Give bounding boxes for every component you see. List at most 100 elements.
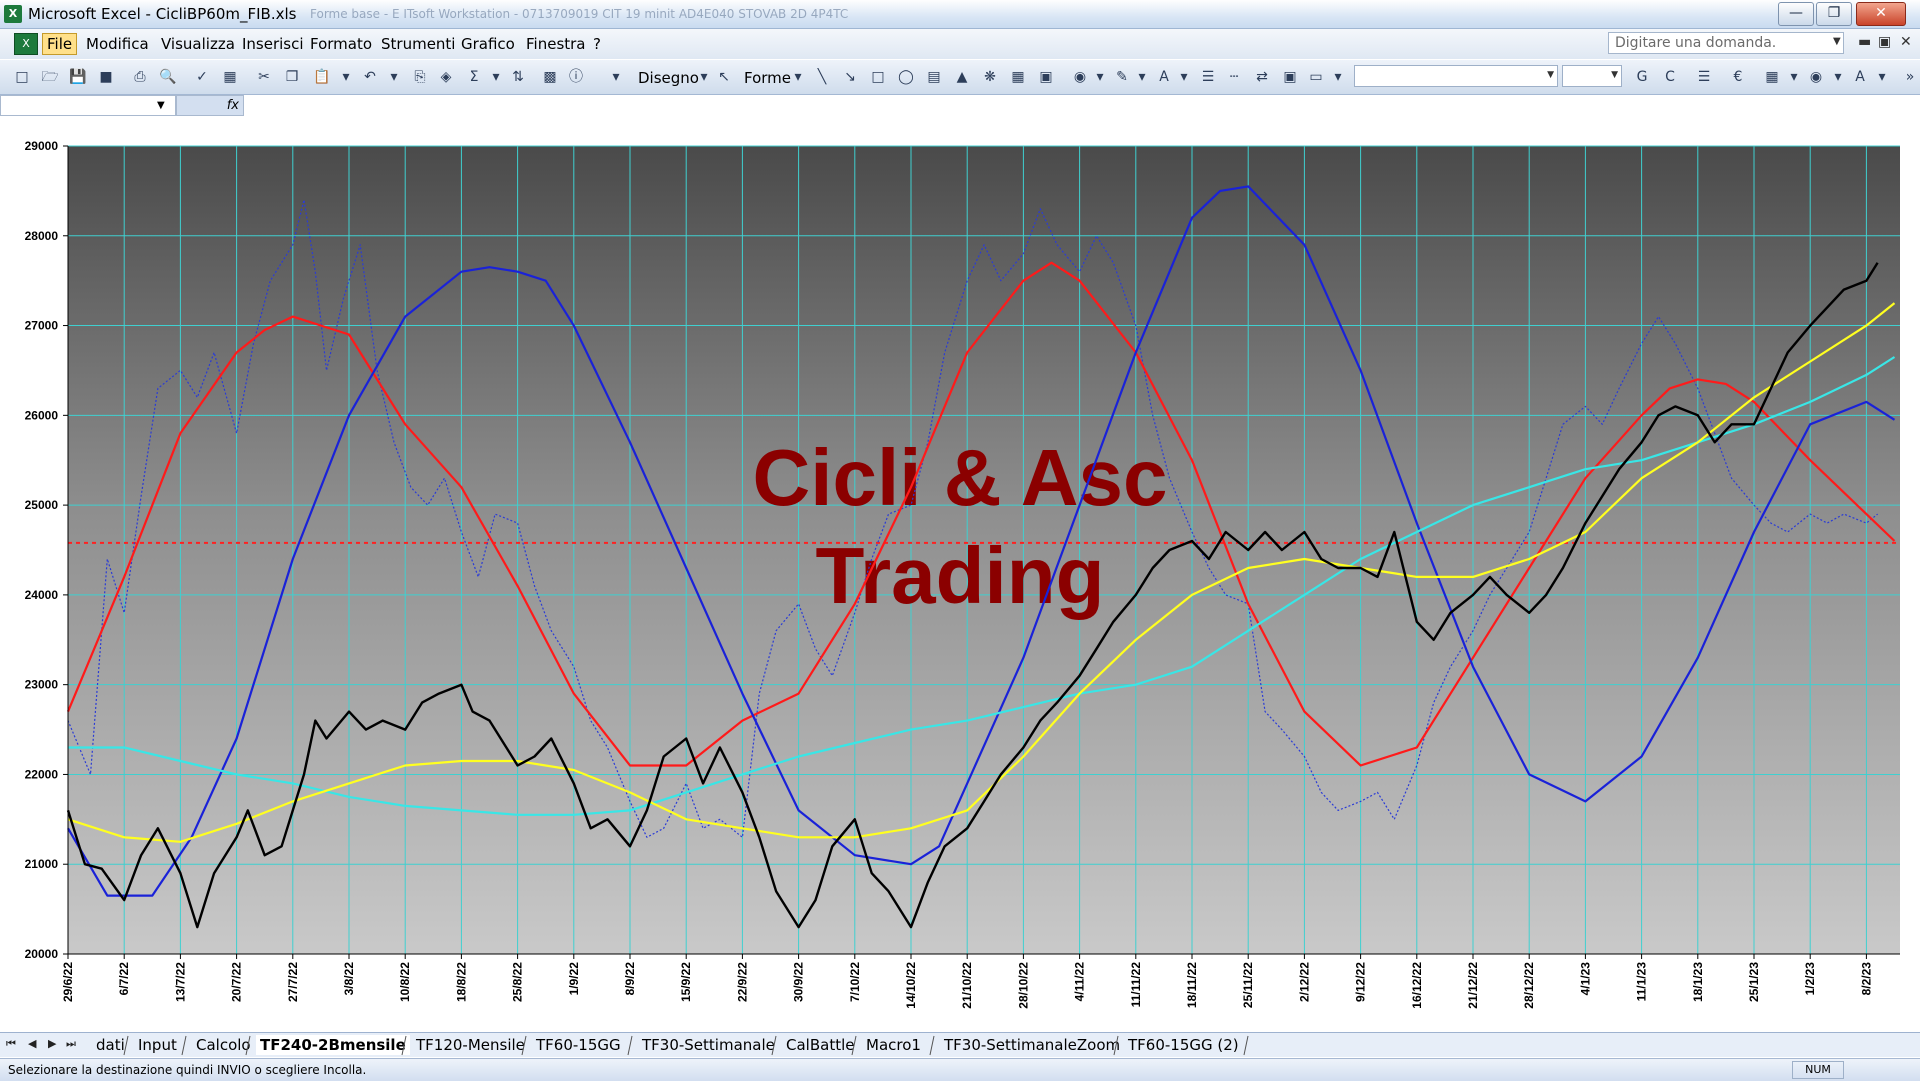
open-folder-icon[interactable]: 🗁 — [40, 67, 60, 87]
copy-icon[interactable]: ❐ — [282, 67, 302, 87]
help-icon[interactable]: ⓘ — [566, 67, 586, 87]
num-lock-indicator: NUM — [1792, 1061, 1844, 1079]
save-icon[interactable]: 💾 — [68, 67, 88, 87]
chevron-down-icon[interactable]: ▾ — [1828, 67, 1848, 87]
close-button[interactable]: ✕ — [1856, 2, 1906, 26]
menu-finestra[interactable]: Finestra — [526, 35, 586, 53]
status-bar: Selezionare la destinazione quindi INVIO… — [0, 1058, 1920, 1081]
name-box[interactable]: ▼ — [0, 95, 176, 116]
font-select[interactable]: ▼ — [1354, 65, 1558, 87]
excel-app-icon[interactable]: X — [4, 5, 22, 23]
chevron-down-icon[interactable]: ▾ — [486, 67, 506, 87]
clipart-icon[interactable]: ▦ — [1008, 67, 1028, 87]
menu-inserisci[interactable]: Inserisci — [242, 35, 304, 53]
chart-wizard-icon[interactable]: ▩ — [540, 67, 560, 87]
research-icon[interactable]: ▦ — [220, 67, 240, 87]
x-tick-label: 22/9/22 — [735, 962, 749, 1002]
window-restore-icon[interactable]: ▣ — [1878, 34, 1891, 50]
fx-icon[interactable]: fx — [176, 95, 244, 116]
window-minimize-icon[interactable]: ▬ — [1858, 34, 1871, 50]
chart-area[interactable]: Cicli & Asc Trading 20000 21000 22000 23000… — [0, 118, 1920, 1036]
fill-color-icon[interactable]: ◉ — [1806, 67, 1826, 87]
x-tick-label: 28/10/22 — [1016, 962, 1030, 1009]
toolbar-options-icon[interactable]: » — [1900, 67, 1920, 87]
workbook-icon[interactable]: X — [14, 33, 38, 55]
wordart-icon[interactable]: ▲ — [952, 67, 972, 87]
euro-icon[interactable]: € — [1728, 67, 1748, 87]
x-tick-label: 25/1/23 — [1747, 962, 1761, 1002]
3d-icon[interactable]: ▭ — [1306, 67, 1326, 87]
restore-button[interactable]: ❐ — [1816, 2, 1852, 26]
line-color-icon[interactable]: ✎ — [1112, 67, 1132, 87]
spelling-icon[interactable]: ✓ — [192, 67, 212, 87]
chevron-down-icon[interactable]: ▼ — [1833, 36, 1841, 47]
align-icon[interactable]: ☰ — [1694, 67, 1714, 87]
chevron-down-icon[interactable]: ▾ — [1174, 67, 1194, 87]
chevron-down-icon[interactable]: ▾ — [1872, 67, 1892, 87]
y-tick-label: 21000 — [25, 857, 59, 871]
font-color-icon[interactable]: A — [1154, 67, 1174, 87]
chevron-down-icon[interactable]: ▾ — [1132, 67, 1152, 87]
watermark-line-1: Cicli & Asc — [753, 433, 1168, 522]
chevron-down-icon[interactable]: ▾ — [384, 67, 404, 87]
menu-formato[interactable]: Formato — [310, 35, 372, 53]
diagram-icon[interactable]: ❋ — [980, 67, 1000, 87]
undo-icon[interactable]: ↶ — [360, 67, 380, 87]
x-tick-label: 14/10/22 — [904, 962, 918, 1009]
font-color-icon[interactable]: A — [1850, 67, 1870, 87]
autosum-icon[interactable]: Σ — [464, 67, 484, 87]
format-icon[interactable]: ◈ — [436, 67, 456, 87]
y-tick-label: 23000 — [25, 678, 59, 692]
y-tick-label: 29000 — [25, 139, 59, 153]
line-icon[interactable]: ╲ — [812, 67, 832, 87]
shadow-icon[interactable]: ▣ — [1280, 67, 1300, 87]
menu-help[interactable]: ? — [593, 35, 601, 53]
arrow-style-icon[interactable]: ⇄ — [1252, 67, 1272, 87]
textbox-icon[interactable]: ▤ — [924, 67, 944, 87]
menu-modifica[interactable]: Modifica — [86, 35, 149, 53]
borders-icon[interactable]: ▦ — [1762, 67, 1782, 87]
x-tick-label: 11/11/22 — [1129, 962, 1143, 1008]
line-style-icon[interactable]: ☰ — [1198, 67, 1218, 87]
bold-icon[interactable]: G — [1632, 67, 1652, 87]
chevron-down-icon[interactable]: ▾ — [1090, 67, 1110, 87]
oval-icon[interactable]: ◯ — [896, 67, 916, 87]
font-size-select[interactable]: ▼ — [1562, 65, 1622, 87]
insert-hyperlink-icon[interactable]: ⎘ — [410, 67, 430, 87]
chevron-down-icon[interactable]: ▾ — [336, 67, 356, 87]
menu-strumenti[interactable]: Strumenti — [381, 35, 455, 53]
print-preview-icon[interactable]: 🔍 — [158, 67, 178, 87]
italic-icon[interactable]: C — [1660, 67, 1680, 87]
x-tick-label: 6/7/22 — [117, 962, 131, 996]
menu-grafico[interactable]: Grafico — [461, 35, 515, 53]
window-close-icon[interactable]: ✕ — [1900, 34, 1912, 50]
chevron-down-icon[interactable]: ▾ — [606, 67, 626, 87]
fill-color-icon[interactable]: ◉ — [1070, 67, 1090, 87]
y-tick-label: 26000 — [25, 408, 59, 422]
cut-icon[interactable]: ✂ — [254, 67, 274, 87]
arrow-icon[interactable]: ↘ — [840, 67, 860, 87]
sheet-tab-bar: ⏮ ◀ ▶ ⏭ dati Input Calcolo TF240-2Bmensi… — [0, 1032, 1920, 1057]
draw-menu-label[interactable]: Disegno — [638, 69, 699, 87]
rectangle-icon[interactable]: □ — [868, 67, 888, 87]
y-tick-label: 24000 — [25, 588, 59, 602]
chevron-down-icon[interactable]: ▾ — [694, 67, 714, 87]
print-icon[interactable]: ⎙ — [130, 67, 150, 87]
minimize-button[interactable]: — — [1778, 2, 1814, 26]
select-pointer-icon[interactable]: ↖ — [714, 67, 734, 87]
shapes-menu-label[interactable]: Forme — [744, 69, 791, 87]
y-tick-label: 27000 — [25, 319, 59, 333]
picture-icon[interactable]: ▣ — [1036, 67, 1056, 87]
permission-icon[interactable]: ■ — [96, 67, 116, 87]
chevron-down-icon[interactable]: ▾ — [1784, 67, 1804, 87]
menu-file[interactable]: File — [42, 33, 78, 55]
new-file-icon[interactable]: □ — [12, 67, 32, 87]
line-chart[interactable]: Cicli & Asc Trading 20000 21000 22000 23000… — [0, 118, 1920, 1036]
dash-style-icon[interactable]: ┄ — [1224, 67, 1244, 87]
menu-visualizza[interactable]: Visualizza — [161, 35, 235, 53]
paste-icon[interactable]: 📋 — [312, 67, 332, 87]
sort-icon[interactable]: ⇅ — [508, 67, 528, 87]
help-search-input[interactable]: Digitare una domanda. — [1608, 32, 1844, 54]
chevron-down-icon[interactable]: ▾ — [788, 67, 808, 87]
chevron-down-icon[interactable]: ▾ — [1328, 67, 1348, 87]
